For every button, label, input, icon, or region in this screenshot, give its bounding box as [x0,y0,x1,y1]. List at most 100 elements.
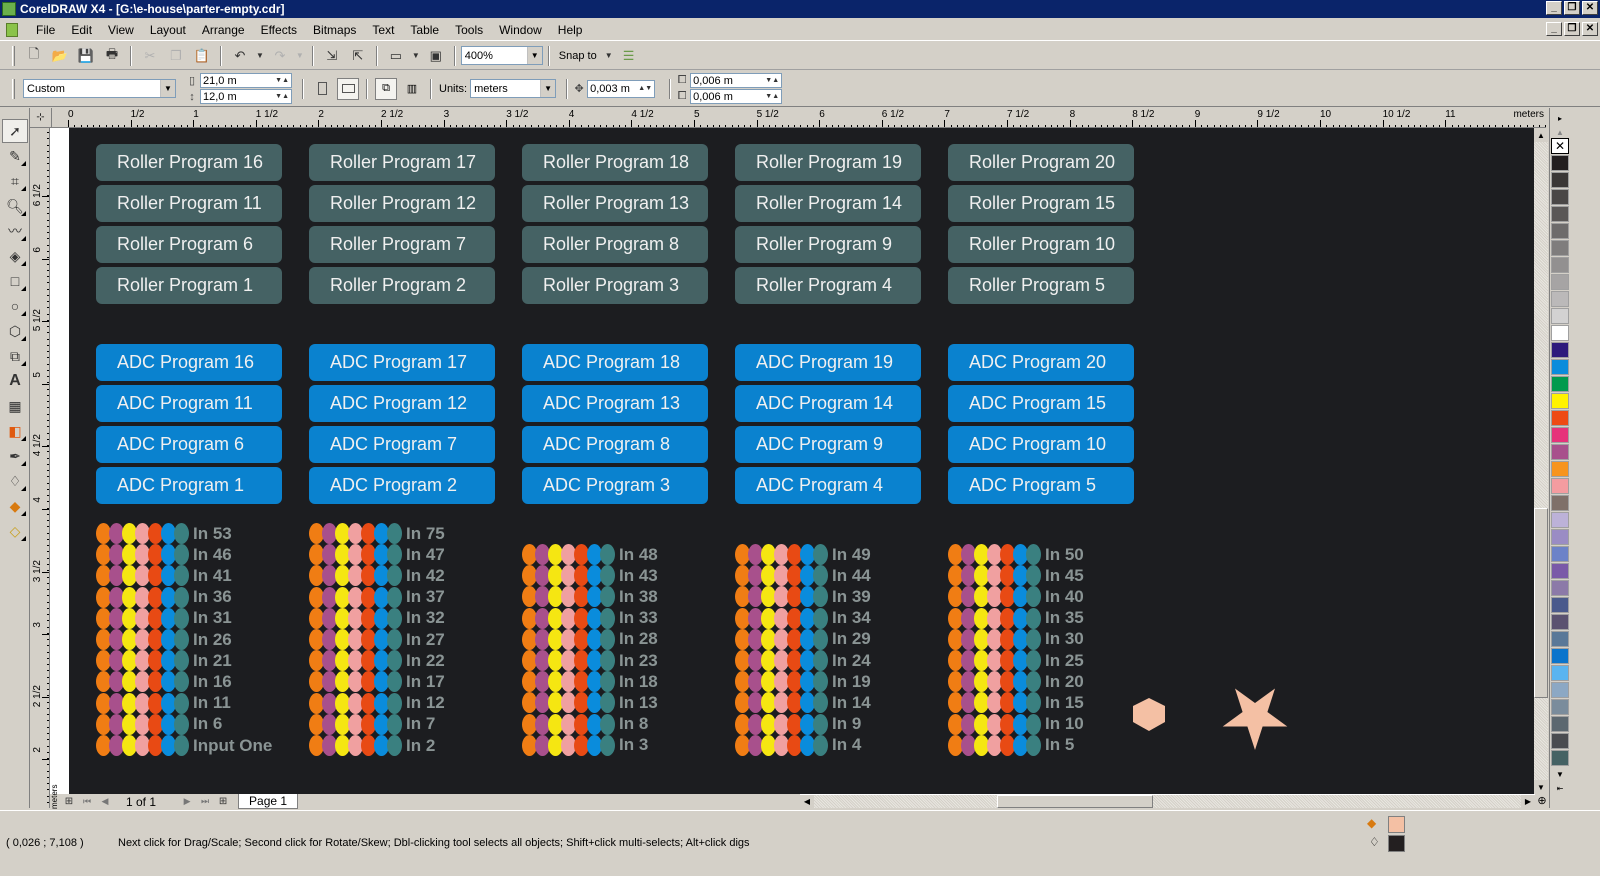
ruler-origin-icon[interactable]: ⊹ [30,108,52,128]
color-swatch[interactable] [1551,597,1569,613]
horizontal-scrollbar[interactable]: ◀ ▶ [800,794,1535,808]
input-indicator-dot[interactable] [600,692,615,714]
input-row[interactable]: In 48 [522,544,658,565]
color-swatch[interactable] [1551,393,1569,409]
input-indicator-dot[interactable] [600,671,615,693]
color-swatch[interactable] [1551,699,1569,715]
next-page-icon[interactable]: ▶ [180,795,194,809]
input-row[interactable]: In 21 [96,650,232,672]
new-icon[interactable]: 🗋 [23,45,45,67]
roller-program-button[interactable]: Roller Program 16 [96,144,282,181]
smart-fill-tool-icon[interactable]: ◈ [2,244,28,268]
input-indicator-dot[interactable] [600,544,615,565]
input-indicator-dot[interactable] [813,586,828,608]
input-row[interactable]: In 17 [309,671,445,693]
input-row[interactable]: In 8 [522,713,648,735]
shapes-group[interactable] [1120,678,1420,778]
input-row[interactable]: In 12 [309,692,445,714]
input-row[interactable]: In 16 [96,671,232,693]
roller-program-button[interactable]: Roller Program 17 [309,144,495,181]
input-indicator-dot[interactable] [1026,671,1041,693]
drawing-canvas[interactable]: Roller Program 16 Roller Program 17 Roller… [50,128,1534,794]
input-row[interactable]: In 11 [96,692,231,714]
input-indicator-dot[interactable] [387,671,402,693]
color-swatch[interactable] [1551,342,1569,358]
color-swatch[interactable] [1551,563,1569,579]
input-indicator-dot[interactable] [1026,628,1041,650]
nudge-distance-field[interactable]: 0,003 m ▲▼ [587,79,656,98]
adc-program-button[interactable]: ADC Program 5 [948,467,1134,504]
last-page-icon[interactable]: ⏭ [198,795,212,809]
toolbar-grip[interactable] [12,45,15,66]
roller-program-button[interactable]: Roller Program 1 [96,267,282,304]
input-indicator-dot[interactable] [600,734,615,756]
input-indicator-dot[interactable] [174,607,189,629]
input-indicator-dot[interactable] [174,544,189,566]
roller-program-button[interactable]: Roller Program 2 [309,267,495,304]
input-row[interactable]: In 9 [735,713,861,735]
input-row[interactable]: In 4 [735,734,861,756]
roller-program-button[interactable]: Roller Program 15 [948,185,1134,222]
color-swatch[interactable] [1551,172,1569,188]
input-indicator-dot[interactable] [387,629,402,650]
input-indicator-dot[interactable] [813,734,828,756]
color-swatch[interactable] [1551,631,1569,647]
input-row[interactable]: In 44 [735,565,871,587]
input-indicator-dot[interactable] [174,629,189,650]
doc-restore-button[interactable]: ❐ [1564,22,1580,36]
input-indicator-dot[interactable] [813,607,828,629]
undo-icon[interactable]: ↶ [229,45,251,67]
document-icon[interactable] [6,22,18,37]
roller-program-button[interactable]: Roller Program 4 [735,267,921,304]
roller-program-button[interactable]: Roller Program 13 [522,185,708,222]
input-indicator-dot[interactable] [1026,565,1041,587]
doc-minimize-button[interactable]: _ [1546,22,1562,36]
input-row[interactable]: In 13 [522,692,658,714]
adc-program-button[interactable]: ADC Program 9 [735,426,921,463]
input-indicator-dot[interactable] [387,544,402,566]
chevron-down-icon[interactable]: ▼ [160,80,175,97]
input-indicator-dot[interactable] [174,565,189,587]
color-swatch[interactable] [1551,682,1569,698]
input-row[interactable]: In 28 [522,628,658,650]
menu-tools[interactable]: Tools [447,23,491,37]
adc-program-button[interactable]: ADC Program 1 [96,467,282,504]
color-swatch[interactable] [1551,189,1569,205]
color-swatch[interactable] [1551,529,1569,545]
palette-menu-icon[interactable]: ▸ [1551,110,1569,126]
input-row[interactable]: In 31 [96,607,232,629]
input-row[interactable]: In 38 [522,586,658,608]
eyedropper-tool-icon[interactable]: ✒ [2,444,28,468]
current-page-icon[interactable]: ▥ [401,78,423,100]
fill-color-swatch[interactable] [1388,816,1405,833]
color-swatch[interactable] [1551,155,1569,171]
roller-program-button[interactable]: Roller Program 14 [735,185,921,222]
page-width-field[interactable]: 21,0 m ▼▲ [200,73,292,88]
input-indicator-dot[interactable] [387,523,402,544]
color-swatch[interactable] [1551,648,1569,664]
polygon-tool-icon[interactable]: ⬡ [2,319,28,343]
input-indicator-dot[interactable] [174,713,189,735]
previous-page-icon[interactable]: ◀ [98,795,112,809]
input-indicator-dot[interactable] [813,565,828,587]
input-indicator-dot[interactable] [813,628,828,650]
input-row[interactable]: In 41 [96,565,232,587]
input-row[interactable]: Input One [96,735,272,756]
menu-layout[interactable]: Layout [142,23,194,37]
color-swatch[interactable] [1551,223,1569,239]
input-indicator-dot[interactable] [1026,734,1041,756]
input-indicator-dot[interactable] [387,607,402,629]
input-row[interactable]: In 33 [522,607,658,629]
page-tab[interactable]: Page 1 [238,794,299,809]
menu-effects[interactable]: Effects [253,23,305,37]
chevron-down-icon[interactable]: ▼ [540,80,556,97]
ellipse-tool-icon[interactable]: ○ [2,294,28,318]
menu-table[interactable]: Table [402,23,447,37]
star-shape[interactable] [1222,688,1288,751]
input-row[interactable]: In 5 [948,734,1074,756]
import-icon[interactable]: ⇲ [321,45,343,67]
palette-scroll-up-icon[interactable]: ▲ [1551,126,1569,138]
adc-program-button[interactable]: ADC Program 18 [522,344,708,381]
menu-file[interactable]: File [28,23,63,37]
print-icon[interactable]: 🖶 [101,45,123,67]
